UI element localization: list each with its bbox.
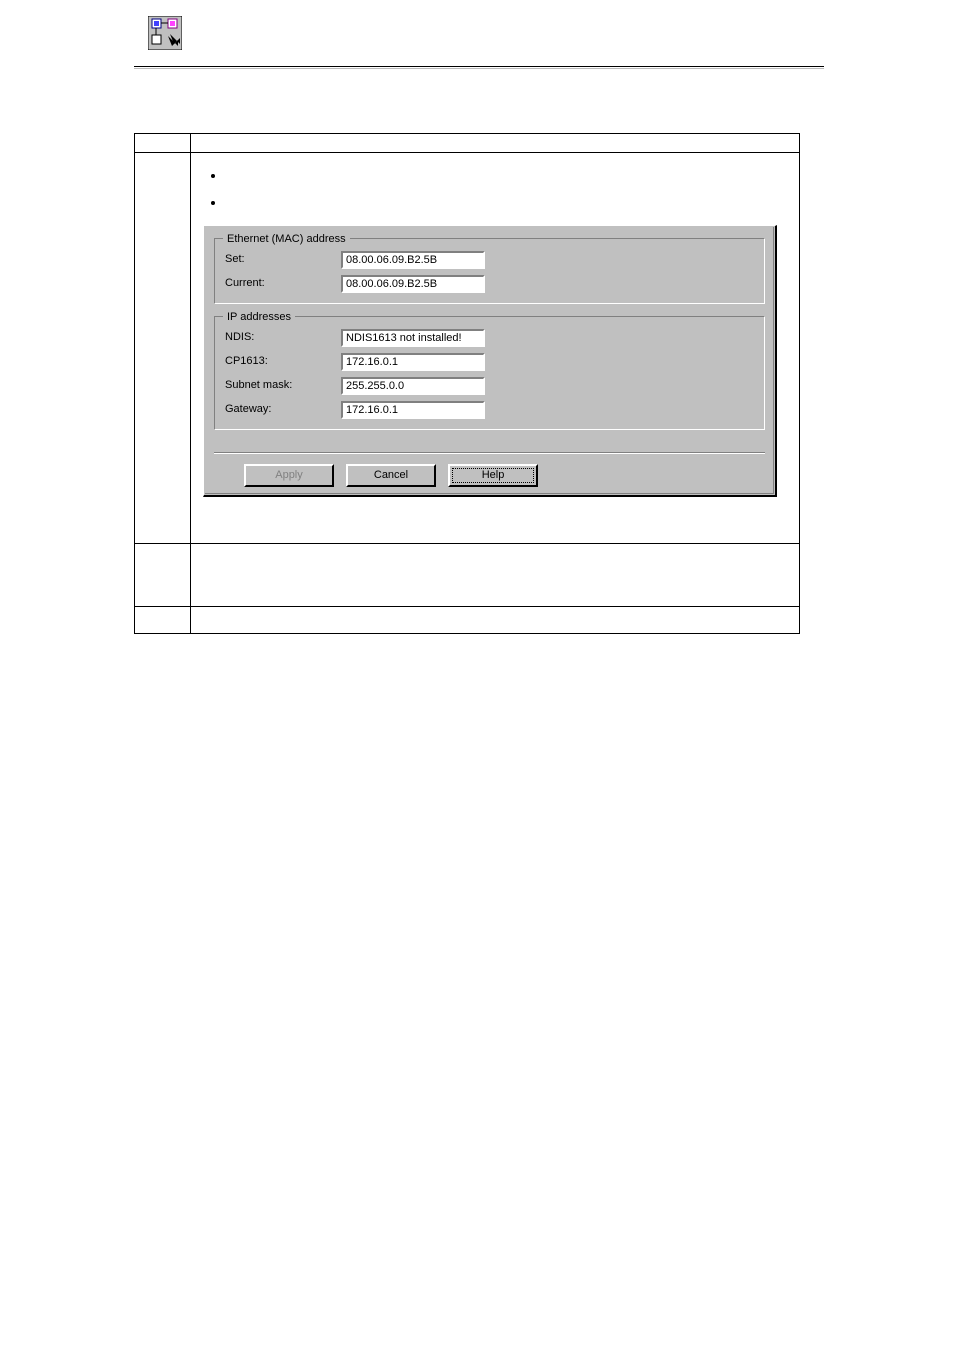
bullet-item bbox=[225, 194, 787, 211]
mac-set-input[interactable] bbox=[341, 251, 485, 269]
table-row bbox=[135, 544, 799, 607]
mac-current-input[interactable] bbox=[341, 275, 485, 293]
ip-addresses-group: IP addresses NDIS: CP1613: Subnet mask: bbox=[214, 316, 765, 430]
mac-set-label: Set: bbox=[225, 252, 341, 267]
ndis-input[interactable] bbox=[341, 329, 485, 347]
dialog-separator bbox=[214, 452, 765, 454]
gateway-input[interactable] bbox=[341, 401, 485, 419]
ip-group-title: IP addresses bbox=[223, 310, 295, 325]
gateway-label: Gateway: bbox=[225, 402, 341, 417]
mac-group-title: Ethernet (MAC) address bbox=[223, 232, 350, 247]
mac-address-group: Ethernet (MAC) address Set: Current: bbox=[214, 238, 765, 304]
table-row: Ethernet (MAC) address Set: Current: IP … bbox=[135, 153, 799, 544]
subnet-label: Subnet mask: bbox=[225, 378, 341, 393]
table-header-row bbox=[135, 134, 799, 153]
subnet-input[interactable] bbox=[341, 377, 485, 395]
mac-current-label: Current: bbox=[225, 276, 341, 291]
ndis-label: NDIS: bbox=[225, 330, 341, 345]
address-dialog: Ethernet (MAC) address Set: Current: IP … bbox=[203, 225, 777, 497]
app-icon bbox=[148, 16, 182, 50]
cancel-button[interactable]: Cancel bbox=[346, 464, 436, 487]
main-table: Ethernet (MAC) address Set: Current: IP … bbox=[134, 133, 800, 634]
bullet-item bbox=[225, 167, 787, 184]
apply-button[interactable]: Apply bbox=[244, 464, 334, 487]
help-button[interactable]: Help bbox=[448, 464, 538, 487]
cp1613-input[interactable] bbox=[341, 353, 485, 371]
header-rule-shadow bbox=[134, 68, 824, 69]
table-row bbox=[135, 607, 799, 633]
header-rule bbox=[134, 66, 824, 67]
cp1613-label: CP1613: bbox=[225, 354, 341, 369]
